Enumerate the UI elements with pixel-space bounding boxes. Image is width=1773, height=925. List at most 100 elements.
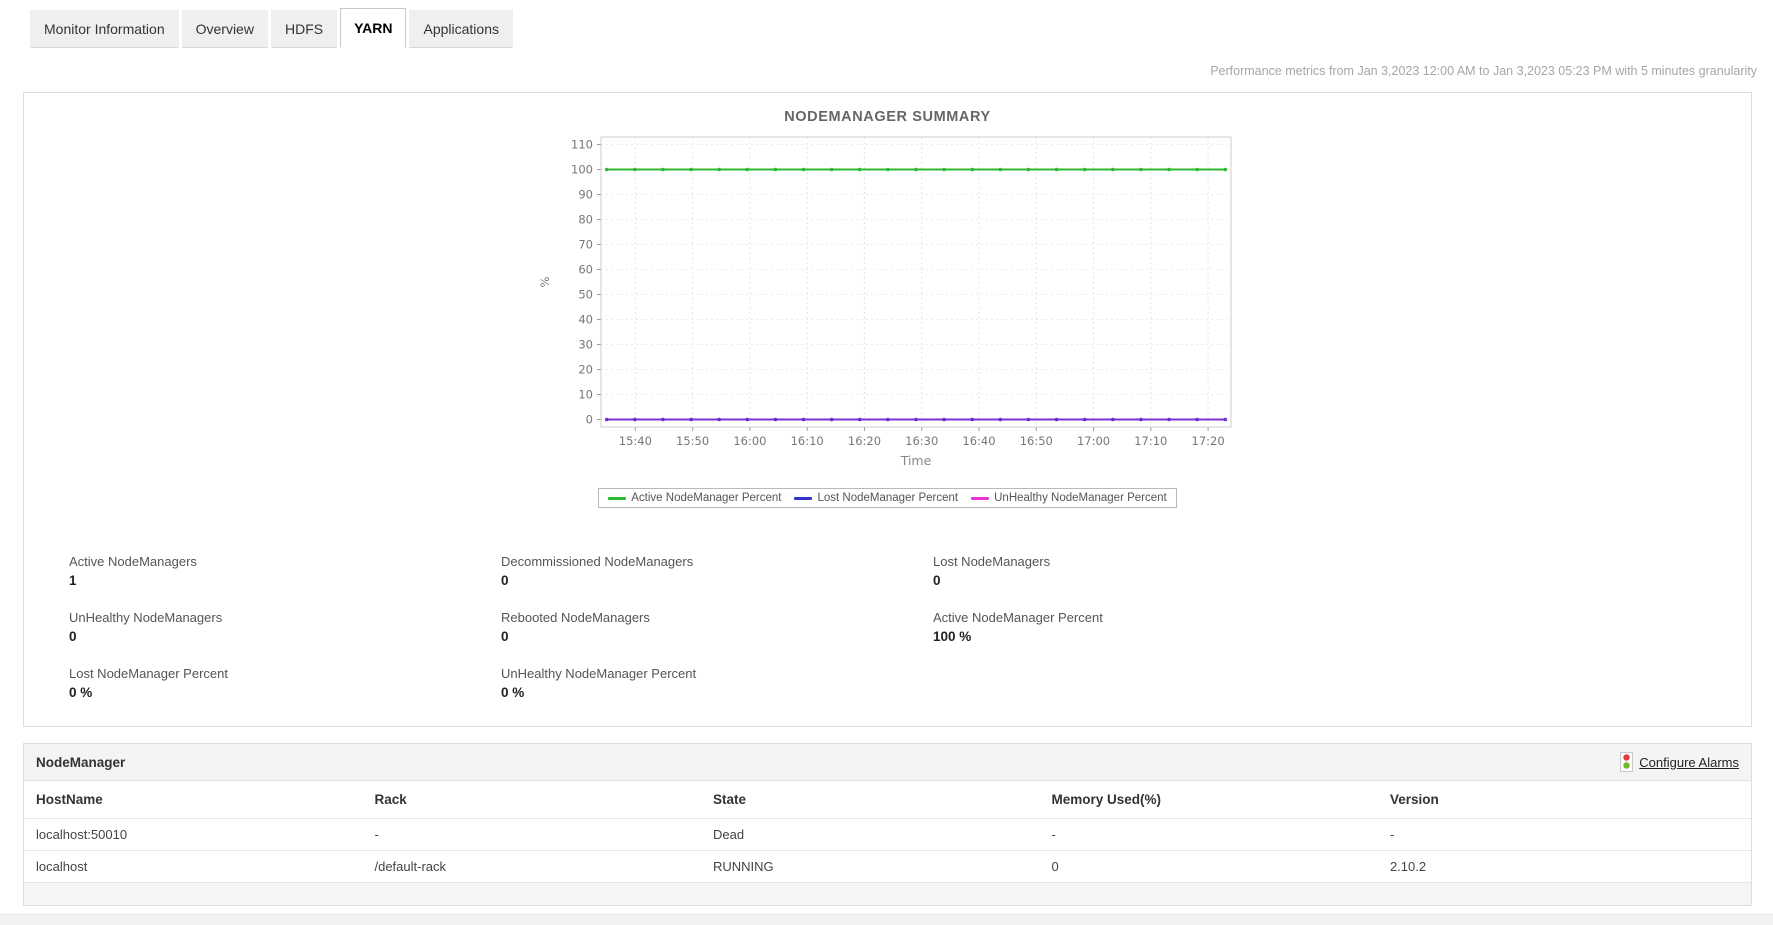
configure-alarms[interactable]: Configure Alarms <box>1620 752 1739 772</box>
metric-value: 1 <box>69 573 77 588</box>
nodemanager-summary-chart: 15:40 15:50 16:00 16:10 16:20 16:30 16:40 16:50… <box>538 136 1231 468</box>
metric-label: UnHealthy NodeManagers <box>69 610 223 625</box>
tab-applications[interactable]: Applications <box>409 10 513 48</box>
legend-swatch <box>971 496 990 500</box>
svg-text:17:10: 17:10 <box>1134 434 1167 448</box>
svg-text:15:40: 15:40 <box>618 434 651 448</box>
legend-label: Lost NodeManager Percent <box>817 492 959 504</box>
nodemanager-summary-panel: NODEMANAGER SUMMARY 15:40 15:50 16:00 16:10… <box>23 92 1752 727</box>
column-header: Rack <box>362 781 701 819</box>
svg-text:16:20: 16:20 <box>847 434 880 448</box>
svg-text:10: 10 <box>578 388 593 402</box>
table-footer-strip <box>24 883 1751 905</box>
metric-label: Active NodeManagers <box>69 554 197 569</box>
metric-value: 0 <box>501 573 509 588</box>
svg-text:17:20: 17:20 <box>1191 434 1224 448</box>
metric-value: 0 <box>501 629 509 644</box>
legend-items: Active NodeManager Percent Lost NodeManag… <box>608 492 1167 504</box>
nodemanager-table: HostName Rack State Memory Used(%) Version l… <box>24 781 1751 883</box>
svg-text:20: 20 <box>578 363 593 377</box>
metric: Decommissioned NodeManagers 0 <box>501 554 933 588</box>
svg-text:16:00: 16:00 <box>733 434 766 448</box>
svg-text:90: 90 <box>578 188 593 202</box>
tab-yarn[interactable]: YARN <box>340 8 407 48</box>
table-cell: /default-rack <box>362 850 701 883</box>
table-header-bar: NodeManager Configure Alarms <box>24 744 1751 781</box>
tab-hdfs[interactable]: HDFS <box>270 10 338 48</box>
svg-text:100: 100 <box>571 163 593 177</box>
metric: Active NodeManagers 1 <box>69 554 501 588</box>
svg-text:110: 110 <box>571 138 593 152</box>
table-cell: - <box>1039 818 1378 851</box>
table-head-row: HostName Rack State Memory Used(%) Version <box>24 781 1751 819</box>
metric-value: 0 % <box>501 685 525 700</box>
metric-label: Decommissioned NodeManagers <box>501 554 694 569</box>
page: Monitor Information Overview HDFS YARN Appli… <box>0 0 1773 925</box>
svg-text:16:30: 16:30 <box>905 434 938 448</box>
table-cell: 2.10.2 <box>1377 850 1751 883</box>
table-row: localhost/default-rack RUNNING 0 2.10.2 <box>24 850 1751 883</box>
column-header: HostName <box>24 781 363 819</box>
svg-text:40: 40 <box>578 313 593 327</box>
metric: UnHealthy NodeManagers 0 <box>69 610 501 644</box>
legend-item: Lost NodeManager Percent <box>794 492 958 504</box>
svg-text:80: 80 <box>578 213 593 227</box>
metric-value: 0 <box>933 573 941 588</box>
svg-text:16:50: 16:50 <box>1019 434 1052 448</box>
svg-text:17:00: 17:00 <box>1076 434 1109 448</box>
table-cell: - <box>362 818 701 851</box>
table-cell: - <box>1377 818 1751 851</box>
svg-text:16:10: 16:10 <box>790 434 823 448</box>
legend-item: Active NodeManager Percent <box>608 492 781 504</box>
metric-label: Rebooted NodeManagers <box>501 610 650 625</box>
column-header: Version <box>1377 781 1751 819</box>
svg-text:Time: Time <box>899 453 931 468</box>
tab-overview[interactable]: Overview <box>181 10 268 48</box>
chart-wrap: NODEMANAGER SUMMARY 15:40 15:50 16:00 16:10… <box>533 109 1243 508</box>
svg-text:70: 70 <box>578 238 593 252</box>
svg-text:60: 60 <box>578 263 593 277</box>
metric: Active NodeManager Percent 100 % <box>933 610 1751 644</box>
table-body: localhost:50010- Dead - - localhost/default-… <box>24 818 1751 883</box>
tab-bar: Monitor Information Overview HDFS YARN Appli… <box>30 8 1773 48</box>
metric-label: Lost NodeManager Percent <box>69 666 228 681</box>
legend-label: Active NodeManager Percent <box>631 492 782 504</box>
svg-text:16:40: 16:40 <box>962 434 995 448</box>
svg-text:30: 30 <box>578 338 593 352</box>
metric-value: 0 % <box>69 685 93 700</box>
table-title: NodeManager <box>36 754 126 770</box>
nodemanager-table-panel: NodeManager Configure Alarms HostName Rac… <box>23 743 1752 906</box>
svg-text:%: % <box>538 276 552 287</box>
table-cell: localhost:50010 <box>24 818 363 851</box>
table-cell: RUNNING <box>700 850 1040 883</box>
chart-legend: Active NodeManager Percent Lost NodeManag… <box>598 488 1177 508</box>
page-bottom-strip <box>0 914 1773 925</box>
metric-value: 100 % <box>933 629 972 644</box>
table-cell: 0 <box>1039 850 1378 883</box>
chart-title: NODEMANAGER SUMMARY <box>784 109 991 125</box>
table-cell: localhost <box>24 850 363 883</box>
metric-value: 0 <box>69 629 77 644</box>
metric: Rebooted NodeManagers 0 <box>501 610 933 644</box>
metrics-grid: Active NodeManagers 1 Decommissioned NodeM… <box>69 554 1751 700</box>
column-header: State <box>700 781 1040 819</box>
legend-swatch <box>608 496 627 500</box>
svg-text:15:50: 15:50 <box>676 434 709 448</box>
traffic-light-icon <box>1620 752 1634 772</box>
table-cell: Dead <box>700 818 1040 851</box>
svg-text:50: 50 <box>578 288 593 302</box>
svg-text:0: 0 <box>585 413 592 427</box>
legend-item: UnHealthy NodeManager Percent <box>971 492 1167 504</box>
performance-metrics-note: Performance metrics from Jan 3,2023 12:0… <box>1210 64 1757 78</box>
metric-label: Lost NodeManagers <box>933 554 1051 569</box>
metric-label: UnHealthy NodeManager Percent <box>501 666 697 681</box>
column-header: Memory Used(%) <box>1039 781 1378 819</box>
legend-label: UnHealthy NodeManager Percent <box>994 492 1167 504</box>
metric-label: Active NodeManager Percent <box>933 610 1103 625</box>
configure-alarms-link[interactable]: Configure Alarms <box>1639 755 1739 770</box>
metric: Lost NodeManager Percent 0 % <box>69 666 501 700</box>
metric: UnHealthy NodeManager Percent 0 % <box>501 666 933 700</box>
table-row: localhost:50010- Dead - - <box>24 818 1751 851</box>
metric: Lost NodeManagers 0 <box>933 554 1751 588</box>
tab-monitor-information[interactable]: Monitor Information <box>30 10 179 48</box>
